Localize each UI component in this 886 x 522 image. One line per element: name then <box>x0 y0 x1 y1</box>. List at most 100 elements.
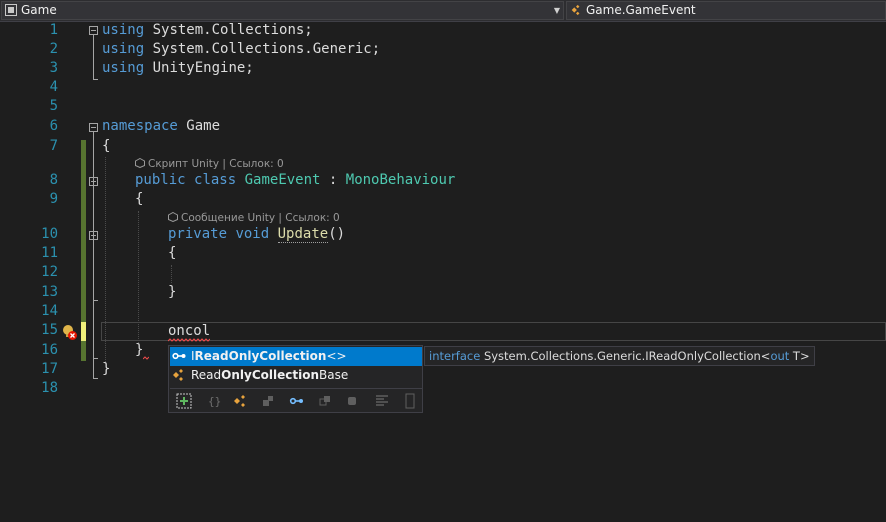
line-number: 2 <box>49 41 58 57</box>
keyword: private <box>168 226 228 242</box>
lightbulb-error-icon[interactable] <box>60 323 78 341</box>
outline-line <box>93 35 94 79</box>
keyword: public <box>135 172 186 188</box>
enum-filter-icon[interactable] <box>317 393 333 409</box>
change-marker <box>81 341 86 361</box>
line-number: 18 <box>41 380 58 396</box>
code-text: UnityEngine; <box>144 60 254 76</box>
code-line-13: } <box>168 284 177 300</box>
interface-icon <box>172 352 186 360</box>
completion-item-readonlycollectionbase[interactable]: ReadOnlyCollectionBase <box>170 366 422 385</box>
completion-item-ireadonlycollection[interactable]: IReadOnlyCollection<> <box>170 347 422 366</box>
outline-line <box>93 358 98 359</box>
svg-text:{}: {} <box>208 395 221 408</box>
quick-info-tooltip: interface System.Collections.Generic.IRe… <box>424 346 815 366</box>
outline-line <box>93 300 98 301</box>
csharp-project-icon <box>5 4 17 16</box>
collapse-toggle[interactable] <box>89 177 98 186</box>
keyword: using <box>102 60 145 76</box>
line-number: 3 <box>49 60 58 76</box>
type-dropdown[interactable]: Game.GameEvent <box>566 1 886 20</box>
keyword: void <box>235 226 270 242</box>
line-number: 17 <box>41 361 58 377</box>
project-name: Game <box>21 3 57 17</box>
outline-line <box>93 378 98 379</box>
collapse-toggle[interactable] <box>89 231 98 240</box>
error-squiggle <box>143 356 149 360</box>
type-parameter-filter-icon[interactable] <box>402 393 418 409</box>
line-number: 8 <box>49 172 58 188</box>
code-text: System.Collections; <box>144 22 313 38</box>
namespace-filter-icon[interactable]: {} <box>206 393 222 409</box>
code-line-10: private void Update() <box>168 225 345 244</box>
type-name: Game.GameEvent <box>586 3 696 17</box>
completion-text: Read <box>191 368 222 382</box>
module-filter-icon[interactable] <box>374 393 390 409</box>
current-line-highlight <box>101 322 886 341</box>
interface-filter-icon[interactable] <box>289 393 305 409</box>
code-text: () <box>328 226 346 242</box>
keyword: namespace <box>102 118 178 134</box>
keyword: using <box>102 41 145 57</box>
code-text: System.Collections.Generic; <box>144 41 381 57</box>
codelens-class[interactable]: Скрипт Unity | Ссылок: 0 <box>135 157 284 171</box>
base-class: MonoBehaviour <box>345 172 456 188</box>
keyword: class <box>194 172 237 188</box>
class-icon <box>571 4 580 16</box>
completion-text: Base <box>319 368 349 382</box>
line-number: 12 <box>41 264 58 280</box>
indent-guide <box>171 265 172 283</box>
line-number: 4 <box>49 79 58 95</box>
outline-line <box>93 79 98 80</box>
tooltip-text: T> <box>789 349 810 363</box>
codelens-text: Скрипт Unity | Ссылок: 0 <box>148 158 284 170</box>
code-line-7: { <box>102 138 111 154</box>
code-text: Game <box>177 118 221 134</box>
outline-line <box>93 132 94 378</box>
line-number: 1 <box>49 22 58 38</box>
tooltip-keyword: out <box>770 349 790 363</box>
line-number: 11 <box>41 245 58 261</box>
navigation-bar: Game ▼ Game.GameEvent <box>0 0 886 22</box>
snippet-filter-icon[interactable] <box>176 393 192 409</box>
class-filter-icon[interactable] <box>233 393 249 409</box>
code-line-6: namespace Game <box>102 117 220 136</box>
code-line-1: using System.Collections; <box>102 21 313 40</box>
completion-list[interactable]: IReadOnlyCollection<> ReadOnlyCollection… <box>168 345 423 413</box>
tooltip-text: < <box>760 349 771 363</box>
completion-text: <> <box>326 349 347 363</box>
line-number: 14 <box>41 303 58 319</box>
code-line-8: public class GameEvent : MonoBehaviour <box>135 171 455 190</box>
keyword: using <box>102 22 145 38</box>
code-line-11: { <box>168 245 177 261</box>
method-name: Update <box>277 226 329 243</box>
line-number: 7 <box>49 138 58 154</box>
collapse-toggle[interactable] <box>89 26 98 35</box>
line-number: 5 <box>49 98 58 114</box>
completion-match: OnlyCollection <box>221 368 320 382</box>
line-number: 9 <box>49 191 58 207</box>
completion-match: ReadOnlyCollection <box>194 349 327 363</box>
code-line-3: using UnityEngine; <box>102 59 254 78</box>
unity-icon <box>168 211 178 223</box>
typed-text: oncol <box>168 323 211 339</box>
code-line-9: { <box>135 191 144 207</box>
line-number: 10 <box>41 226 58 242</box>
delegate-filter-icon[interactable] <box>344 393 360 409</box>
collapse-toggle[interactable] <box>89 123 98 132</box>
tooltip-name: System.Collections.Generic.IReadOnlyColl… <box>480 349 761 363</box>
class-icon <box>173 369 183 381</box>
change-marker <box>81 140 86 253</box>
completion-filter-bar: {} <box>170 388 422 413</box>
chevron-down-icon: ▼ <box>553 6 560 15</box>
project-dropdown[interactable]: Game ▼ <box>1 1 564 20</box>
change-marker <box>81 252 86 322</box>
line-number: 15 <box>41 322 58 338</box>
struct-filter-icon[interactable] <box>260 393 276 409</box>
line-number: 13 <box>41 284 58 300</box>
codelens-method[interactable]: Сообщение Unity | Ссылок: 0 <box>168 211 340 225</box>
unsaved-change-marker <box>81 322 86 341</box>
unity-icon <box>135 157 145 169</box>
line-number: 6 <box>49 118 58 134</box>
code-line-2: using System.Collections.Generic; <box>102 40 380 59</box>
